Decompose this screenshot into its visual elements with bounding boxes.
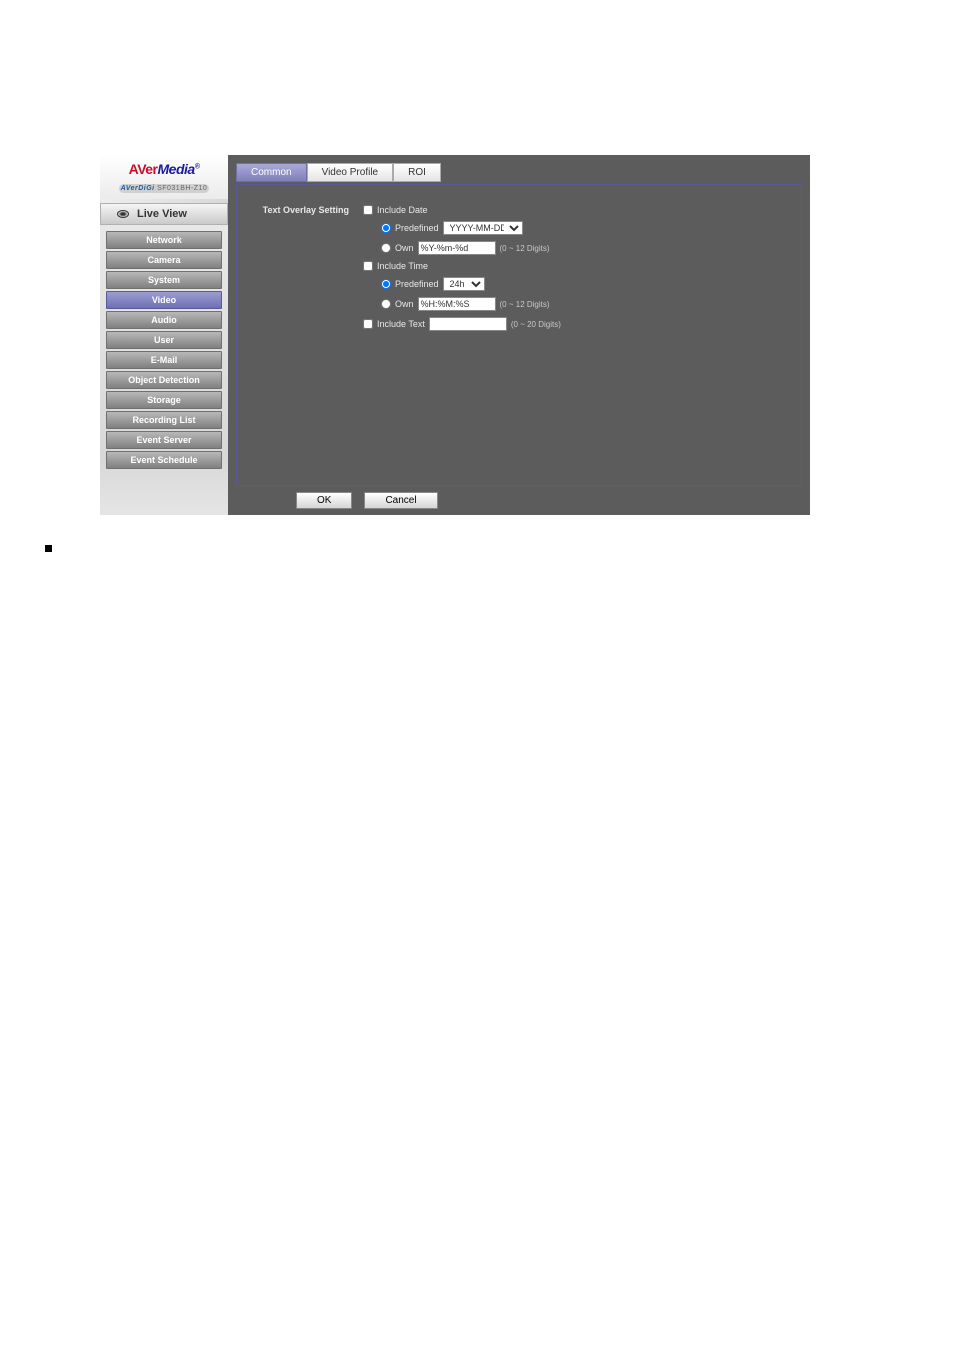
- settings-panel: Text Overlay Setting Include Date Predef…: [236, 184, 802, 486]
- brand-sub-prefix: AVerDiGi: [121, 185, 155, 192]
- include-time-row: Include Time: [363, 261, 785, 271]
- date-predefined-select[interactable]: YYYY-MM-DD: [443, 221, 523, 235]
- sidebar-item-email[interactable]: E-Mail: [106, 351, 222, 369]
- live-view-button[interactable]: Live View: [100, 203, 228, 225]
- time-predefined-radio[interactable]: [381, 279, 391, 289]
- sidebar-item-video[interactable]: Video: [106, 291, 222, 309]
- sidebar-item-recording-list[interactable]: Recording List: [106, 411, 222, 429]
- time-predefined-select[interactable]: 24h: [443, 277, 485, 291]
- sidebar-item-storage[interactable]: Storage: [106, 391, 222, 409]
- ok-button[interactable]: OK: [296, 492, 352, 509]
- include-date-checkbox[interactable]: [363, 205, 373, 215]
- live-view-label: Live View: [137, 208, 187, 220]
- date-predefined-row: Predefined YYYY-MM-DD: [363, 221, 785, 235]
- include-text-input[interactable]: [429, 317, 507, 331]
- text-overlay-section: Text Overlay Setting Include Date Predef…: [253, 205, 785, 337]
- date-predefined-radio[interactable]: [381, 223, 391, 233]
- brand-model: AVerDiGi SF031BH-Z10: [119, 184, 210, 193]
- sidebar-item-audio[interactable]: Audio: [106, 311, 222, 329]
- brand-part1: AVer: [129, 161, 158, 177]
- brand-name: AVerMedia®: [106, 161, 222, 177]
- time-own-hint: (0 ~ 12 Digits): [500, 300, 550, 309]
- date-own-radio[interactable]: [381, 243, 391, 253]
- eye-icon: [117, 210, 129, 218]
- sidebar: AVerMedia® AVerDiGi SF031BH-Z10 Live Vie…: [100, 155, 228, 515]
- sidebar-item-event-server[interactable]: Event Server: [106, 431, 222, 449]
- include-time-checkbox[interactable]: [363, 261, 373, 271]
- sidebar-item-system[interactable]: System: [106, 271, 222, 289]
- brand-part2: Media: [158, 161, 195, 177]
- controls-column: Include Date Predefined YYYY-MM-DD Own (…: [363, 205, 785, 337]
- sidebar-menu: Network Camera System Video Audio User E…: [100, 225, 228, 515]
- tab-video-profile[interactable]: Video Profile: [307, 163, 394, 182]
- include-text-row: Include Text (0 ~ 20 Digits): [363, 317, 785, 331]
- date-own-label: Own: [395, 243, 414, 253]
- tab-common[interactable]: Common: [236, 163, 307, 182]
- bullet-icon: [45, 545, 52, 552]
- tab-bar: Common Video Profile ROI: [236, 163, 802, 182]
- brand-logo: AVerMedia® AVerDiGi SF031BH-Z10: [100, 155, 228, 199]
- time-own-row: Own (0 ~ 12 Digits): [363, 297, 785, 311]
- date-own-row: Own (0 ~ 12 Digits): [363, 241, 785, 255]
- main-content: Common Video Profile ROI Text Overlay Se…: [228, 155, 810, 515]
- include-text-checkbox[interactable]: [363, 319, 373, 329]
- button-bar: OK Cancel: [236, 486, 802, 515]
- brand-mark: ®: [195, 163, 200, 170]
- section-label: Text Overlay Setting: [253, 205, 363, 215]
- date-own-input[interactable]: [418, 241, 496, 255]
- sidebar-item-event-schedule[interactable]: Event Schedule: [106, 451, 222, 469]
- sidebar-item-object-detection[interactable]: Object Detection: [106, 371, 222, 389]
- tab-roi[interactable]: ROI: [393, 163, 441, 182]
- time-predefined-row: Predefined 24h: [363, 277, 785, 291]
- sidebar-item-network[interactable]: Network: [106, 231, 222, 249]
- include-text-hint: (0 ~ 20 Digits): [511, 320, 561, 329]
- brand-sub-model: SF031BH-Z10: [155, 185, 208, 192]
- time-own-input[interactable]: [418, 297, 496, 311]
- date-own-hint: (0 ~ 12 Digits): [500, 244, 550, 253]
- cancel-button[interactable]: Cancel: [364, 492, 437, 509]
- time-own-label: Own: [395, 299, 414, 309]
- date-predefined-label: Predefined: [395, 223, 439, 233]
- include-time-label: Include Time: [377, 261, 428, 271]
- include-date-row: Include Date: [363, 205, 785, 215]
- time-own-radio[interactable]: [381, 299, 391, 309]
- include-text-label: Include Text: [377, 319, 425, 329]
- sidebar-item-user[interactable]: User: [106, 331, 222, 349]
- settings-window: AVerMedia® AVerDiGi SF031BH-Z10 Live Vie…: [100, 155, 810, 515]
- time-predefined-label: Predefined: [395, 279, 439, 289]
- include-date-label: Include Date: [377, 205, 428, 215]
- sidebar-item-camera[interactable]: Camera: [106, 251, 222, 269]
